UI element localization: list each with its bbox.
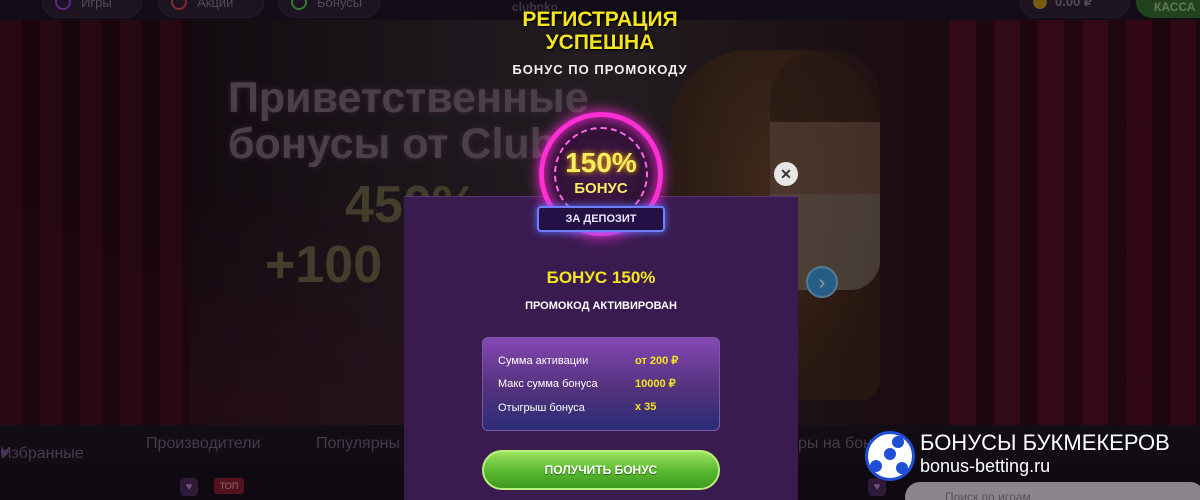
watermark-title: БОНУСЫ БУКМЕКЕРОВ xyxy=(920,430,1170,455)
max-bonus-value: 10000 ₽ xyxy=(635,378,676,390)
bonus-title: БОНУС 150% xyxy=(546,268,656,287)
wager-value: x 35 xyxy=(635,401,657,413)
registration-title-line2: УСПЕШНА xyxy=(545,31,655,54)
max-bonus-label: Макс сумма бонуса xyxy=(498,378,598,390)
deposit-ribbon: ЗА ДЕПОЗИТ xyxy=(537,206,665,232)
soccer-ball-icon xyxy=(865,431,915,481)
badge-label: БОНУС xyxy=(574,180,628,197)
activation-amount-label: Сумма активации xyxy=(498,355,589,367)
wager-label: Отыгрыш бонуса xyxy=(498,402,585,414)
watermark-logo: БОНУСЫ БУКМЕКЕРОВ bonus-betting.ru xyxy=(862,428,1192,484)
registration-title: РЕГИСТРАЦИЯ УСПЕШНА xyxy=(490,8,710,54)
close-modal-button[interactable]: ✕ xyxy=(774,162,798,186)
bonus-details-table: Сумма активации от 200 ₽ Макс сумма бону… xyxy=(482,337,720,431)
close-icon: ✕ xyxy=(780,166,792,182)
get-bonus-button[interactable]: ПОЛУЧИТЬ БОНУС xyxy=(482,450,720,490)
activation-amount-value: от 200 ₽ xyxy=(635,355,679,367)
promo-status: ПРОМОКОД АКТИВИРОВАН xyxy=(525,300,677,312)
registration-title-line1: РЕГИСТРАЦИЯ xyxy=(522,8,678,31)
badge-percent: 150% xyxy=(565,147,637,178)
watermark-url: bonus-betting.ru xyxy=(920,456,1051,476)
registration-subtitle: БОНУС ПО ПРОМОКОДУ xyxy=(512,62,688,77)
